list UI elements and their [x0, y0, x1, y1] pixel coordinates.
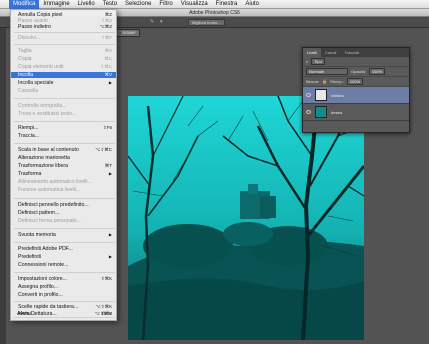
lock-row: Blocca: 🔒 Riemp.: 100%: [303, 77, 409, 87]
submenu-arrow-icon: ▶: [108, 232, 112, 237]
tools-panel: [0, 28, 6, 344]
menu-visualizza[interactable]: Visualizza: [177, 0, 212, 9]
search-icon: ⌕: [306, 59, 309, 64]
menu-immagine[interactable]: Immagine: [39, 0, 73, 9]
submenu-arrow-icon: ▶: [108, 80, 112, 85]
menu-separator: [14, 98, 115, 99]
menu-item-copia[interactable]: Copia ⌘C: [11, 56, 116, 62]
document-tab[interactable]: ×RGB/8*: [116, 29, 140, 37]
tab-tracciati[interactable]: Tracciati: [340, 48, 363, 57]
menu-item-scelte-rapide[interactable]: Scelte rapide da tastiera... ⌥⇧⌘K: [11, 304, 116, 310]
dropdown-icon[interactable]: ▾: [160, 20, 165, 25]
lock-label: Blocca:: [306, 79, 320, 84]
menu-separator: [14, 121, 115, 122]
layers-panel-tabs: Livelli Canali Tracciati: [303, 48, 409, 57]
menu-aiuto[interactable]: Aiuto: [241, 0, 263, 9]
modifica-menu: Annulla Copia pixel ⌘Z Passo avanti ⇧⌘Z Pa…: [10, 9, 117, 321]
menu-item-definisci-pennello[interactable]: Definisci pennello predefinito...: [11, 202, 116, 208]
menu-item-passo-indietro[interactable]: Passo indietro ⌥⌘Z: [11, 24, 116, 30]
menu-separator: [14, 143, 115, 144]
menu-separator: [14, 44, 115, 45]
menu-item-svuota-memoria[interactable]: Svuota memoria ▶: [11, 232, 116, 238]
layer-name: sinistra: [331, 92, 344, 98]
menu-item-impostazioni-colore[interactable]: Impostazioni colore... ⇧⌘K: [11, 276, 116, 282]
menu-item-fusione-automatica[interactable]: Fusione automatica livelli...: [11, 187, 116, 193]
menu-item-allineamento-automatico[interactable]: Allineamento automatico livelli...: [11, 179, 116, 185]
menu-item-dissolvi[interactable]: Dissolvi... ⇧⌘F: [11, 35, 116, 41]
menu-item-trova-sostituisci[interactable]: Trova e sostituisci testo...: [11, 111, 116, 117]
refine-edge-button[interactable]: Migliora bordo...: [188, 19, 225, 26]
menu-item-incolla[interactable]: Incolla ⌘V: [11, 72, 116, 78]
photoshop-window: Modifica Immagine Livello Testo Selezion…: [0, 0, 429, 344]
menu-item-copia-elementi-uniti[interactable]: Copia elementi uniti ⇧⌘C: [11, 64, 116, 70]
tab-livelli[interactable]: Livelli: [303, 48, 322, 57]
menu-separator: [14, 272, 115, 273]
menu-selezione[interactable]: Selezione: [121, 0, 155, 9]
menu-item-predefiniti-pdf[interactable]: Predefiniti Adobe PDF...: [11, 246, 116, 252]
lock-icon[interactable]: 🔒: [322, 79, 327, 84]
document-tab-label: RGB/8*: [122, 30, 136, 35]
menu-item-trasformazione-libera[interactable]: Trasformazione libera ⌘T: [11, 163, 116, 169]
menu-item-predefiniti[interactable]: Predefiniti ▶: [11, 254, 116, 260]
menu-item-riempi[interactable]: Riempi... ⇧F5: [11, 125, 116, 131]
blend-row: Normale Opacità: 100%: [303, 67, 409, 77]
menu-separator: [14, 317, 115, 318]
menu-item-taglia[interactable]: Taglia ⌘X: [11, 48, 116, 54]
menu-item-definisci-forma[interactable]: Definisci forma personale...: [11, 218, 116, 224]
menu-filtro[interactable]: Filtro: [155, 0, 176, 9]
eye-icon[interactable]: [306, 110, 311, 114]
layer-thumbnail: [315, 89, 327, 101]
menu-item-cancella[interactable]: Cancella: [11, 88, 116, 94]
menu-finestra[interactable]: Finestra: [212, 0, 242, 9]
submenu-arrow-icon: ▶: [108, 171, 112, 176]
menu-item-assegna-profilo[interactable]: Assegna profilo...: [11, 284, 116, 290]
fill-field[interactable]: 100%: [346, 78, 364, 85]
menu-livello[interactable]: Livello: [74, 0, 99, 9]
menu-item-scala-contenuto[interactable]: Scala in base al contenuto ⌥⇧⌘C: [11, 147, 116, 153]
layer-filter-select[interactable]: Tipo: [311, 58, 325, 65]
menu-separator: [14, 242, 115, 243]
feather-icon[interactable]: ✎: [150, 20, 155, 25]
blend-mode-select[interactable]: Normale: [306, 68, 348, 75]
menu-separator: [14, 301, 115, 302]
menu-item-controllo-ortografia[interactable]: Controllo ortografia...: [11, 103, 116, 109]
layer-row-sinistra[interactable]: sinistra: [303, 87, 409, 104]
menu-item-incolla-speciale[interactable]: Incolla speciale ▶: [11, 80, 116, 86]
submenu-arrow-icon: ▶: [108, 254, 112, 259]
eye-icon[interactable]: [306, 93, 311, 97]
menu-item-connessioni-remote[interactable]: Connessioni remote...: [11, 262, 116, 268]
layer-filter-row: ⌕ Tipo: [303, 57, 409, 67]
menu-item-definisci-pattern[interactable]: Definisci pattern...: [11, 210, 116, 216]
menu-item-converti-profilo[interactable]: Converti in profilo...: [11, 292, 116, 298]
close-tab-icon[interactable]: ×: [119, 30, 121, 35]
menu-separator: [14, 32, 115, 33]
opacity-field[interactable]: 100%: [368, 68, 386, 75]
menu-modifica[interactable]: Modifica: [9, 0, 40, 9]
apple-icon[interactable]: [0, 0, 9, 9]
menu-separator: [14, 198, 115, 199]
opacity-label: Opacità:: [351, 69, 366, 74]
layer-thumbnail: [315, 106, 327, 118]
menu-item-traccia[interactable]: Traccia...: [11, 133, 116, 139]
layer-name: destra: [331, 109, 343, 115]
layer-row-destra[interactable]: destra: [303, 104, 409, 121]
menu-testo[interactable]: Testo: [99, 0, 121, 9]
layers-panel: Livelli Canali Tracciati ⌕ Tipo Normale …: [302, 47, 410, 133]
menu-item-alterazione-marionetta[interactable]: Alterazione marionetta: [11, 155, 116, 161]
menu-separator: [14, 228, 115, 229]
menu-item-avvia-dettatura[interactable]: Avvia Dettatura... fn fn: [10, 311, 115, 317]
tab-canali[interactable]: Canali: [321, 48, 340, 57]
menu-bar: Modifica Immagine Livello Testo Selezion…: [0, 0, 429, 9]
menu-item-trasforma[interactable]: Trasforma ▶: [11, 171, 116, 177]
fill-label: Riemp.:: [330, 79, 344, 84]
